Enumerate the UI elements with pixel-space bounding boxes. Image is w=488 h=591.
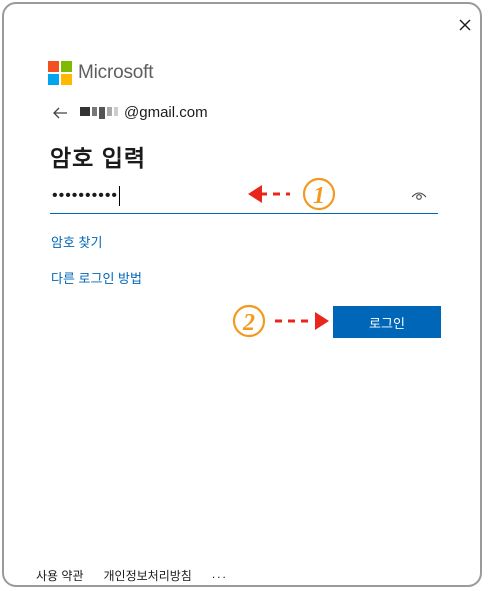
terms-of-use-link[interactable]: 사용 약관	[36, 567, 84, 584]
forgot-password-link[interactable]: 암호 찾기	[51, 232, 102, 251]
brand-name: Microsoft	[78, 62, 154, 83]
other-sign-in-options-link[interactable]: 다른 로그인 방법	[51, 268, 142, 287]
text-caret	[119, 185, 121, 206]
logo-square-green	[61, 61, 72, 72]
annotation-step-1: 1	[248, 177, 336, 211]
sign-in-button[interactable]: 로그인	[333, 306, 441, 338]
microsoft-logo-icon	[48, 61, 72, 85]
password-input[interactable]: ••••••••••	[52, 185, 121, 207]
annotation-step-2-label: 2	[242, 310, 255, 336]
footer: 사용 약관 개인정보처리방침 ...	[36, 567, 228, 584]
logo-square-red	[48, 61, 59, 72]
sign-in-dialog	[2, 2, 482, 587]
reveal-password-icon[interactable]	[410, 189, 428, 203]
logo-square-blue	[48, 74, 59, 85]
annotation-step-2: 2	[232, 304, 329, 338]
more-options-icon[interactable]: ...	[212, 567, 228, 584]
identity-row: @gmail.com	[52, 104, 208, 121]
logo-square-yellow	[61, 74, 72, 85]
redacted-username	[80, 106, 118, 119]
identity-email: @gmail.com	[124, 104, 208, 121]
back-arrow-icon[interactable]	[52, 106, 68, 120]
annotation-step-1-label: 1	[313, 183, 325, 209]
page-title: 암호 입력	[50, 145, 147, 171]
close-icon[interactable]	[455, 15, 475, 35]
password-value: ••••••••••	[52, 187, 119, 204]
privacy-link[interactable]: 개인정보처리방침	[104, 567, 192, 584]
microsoft-logo: Microsoft	[48, 61, 153, 85]
